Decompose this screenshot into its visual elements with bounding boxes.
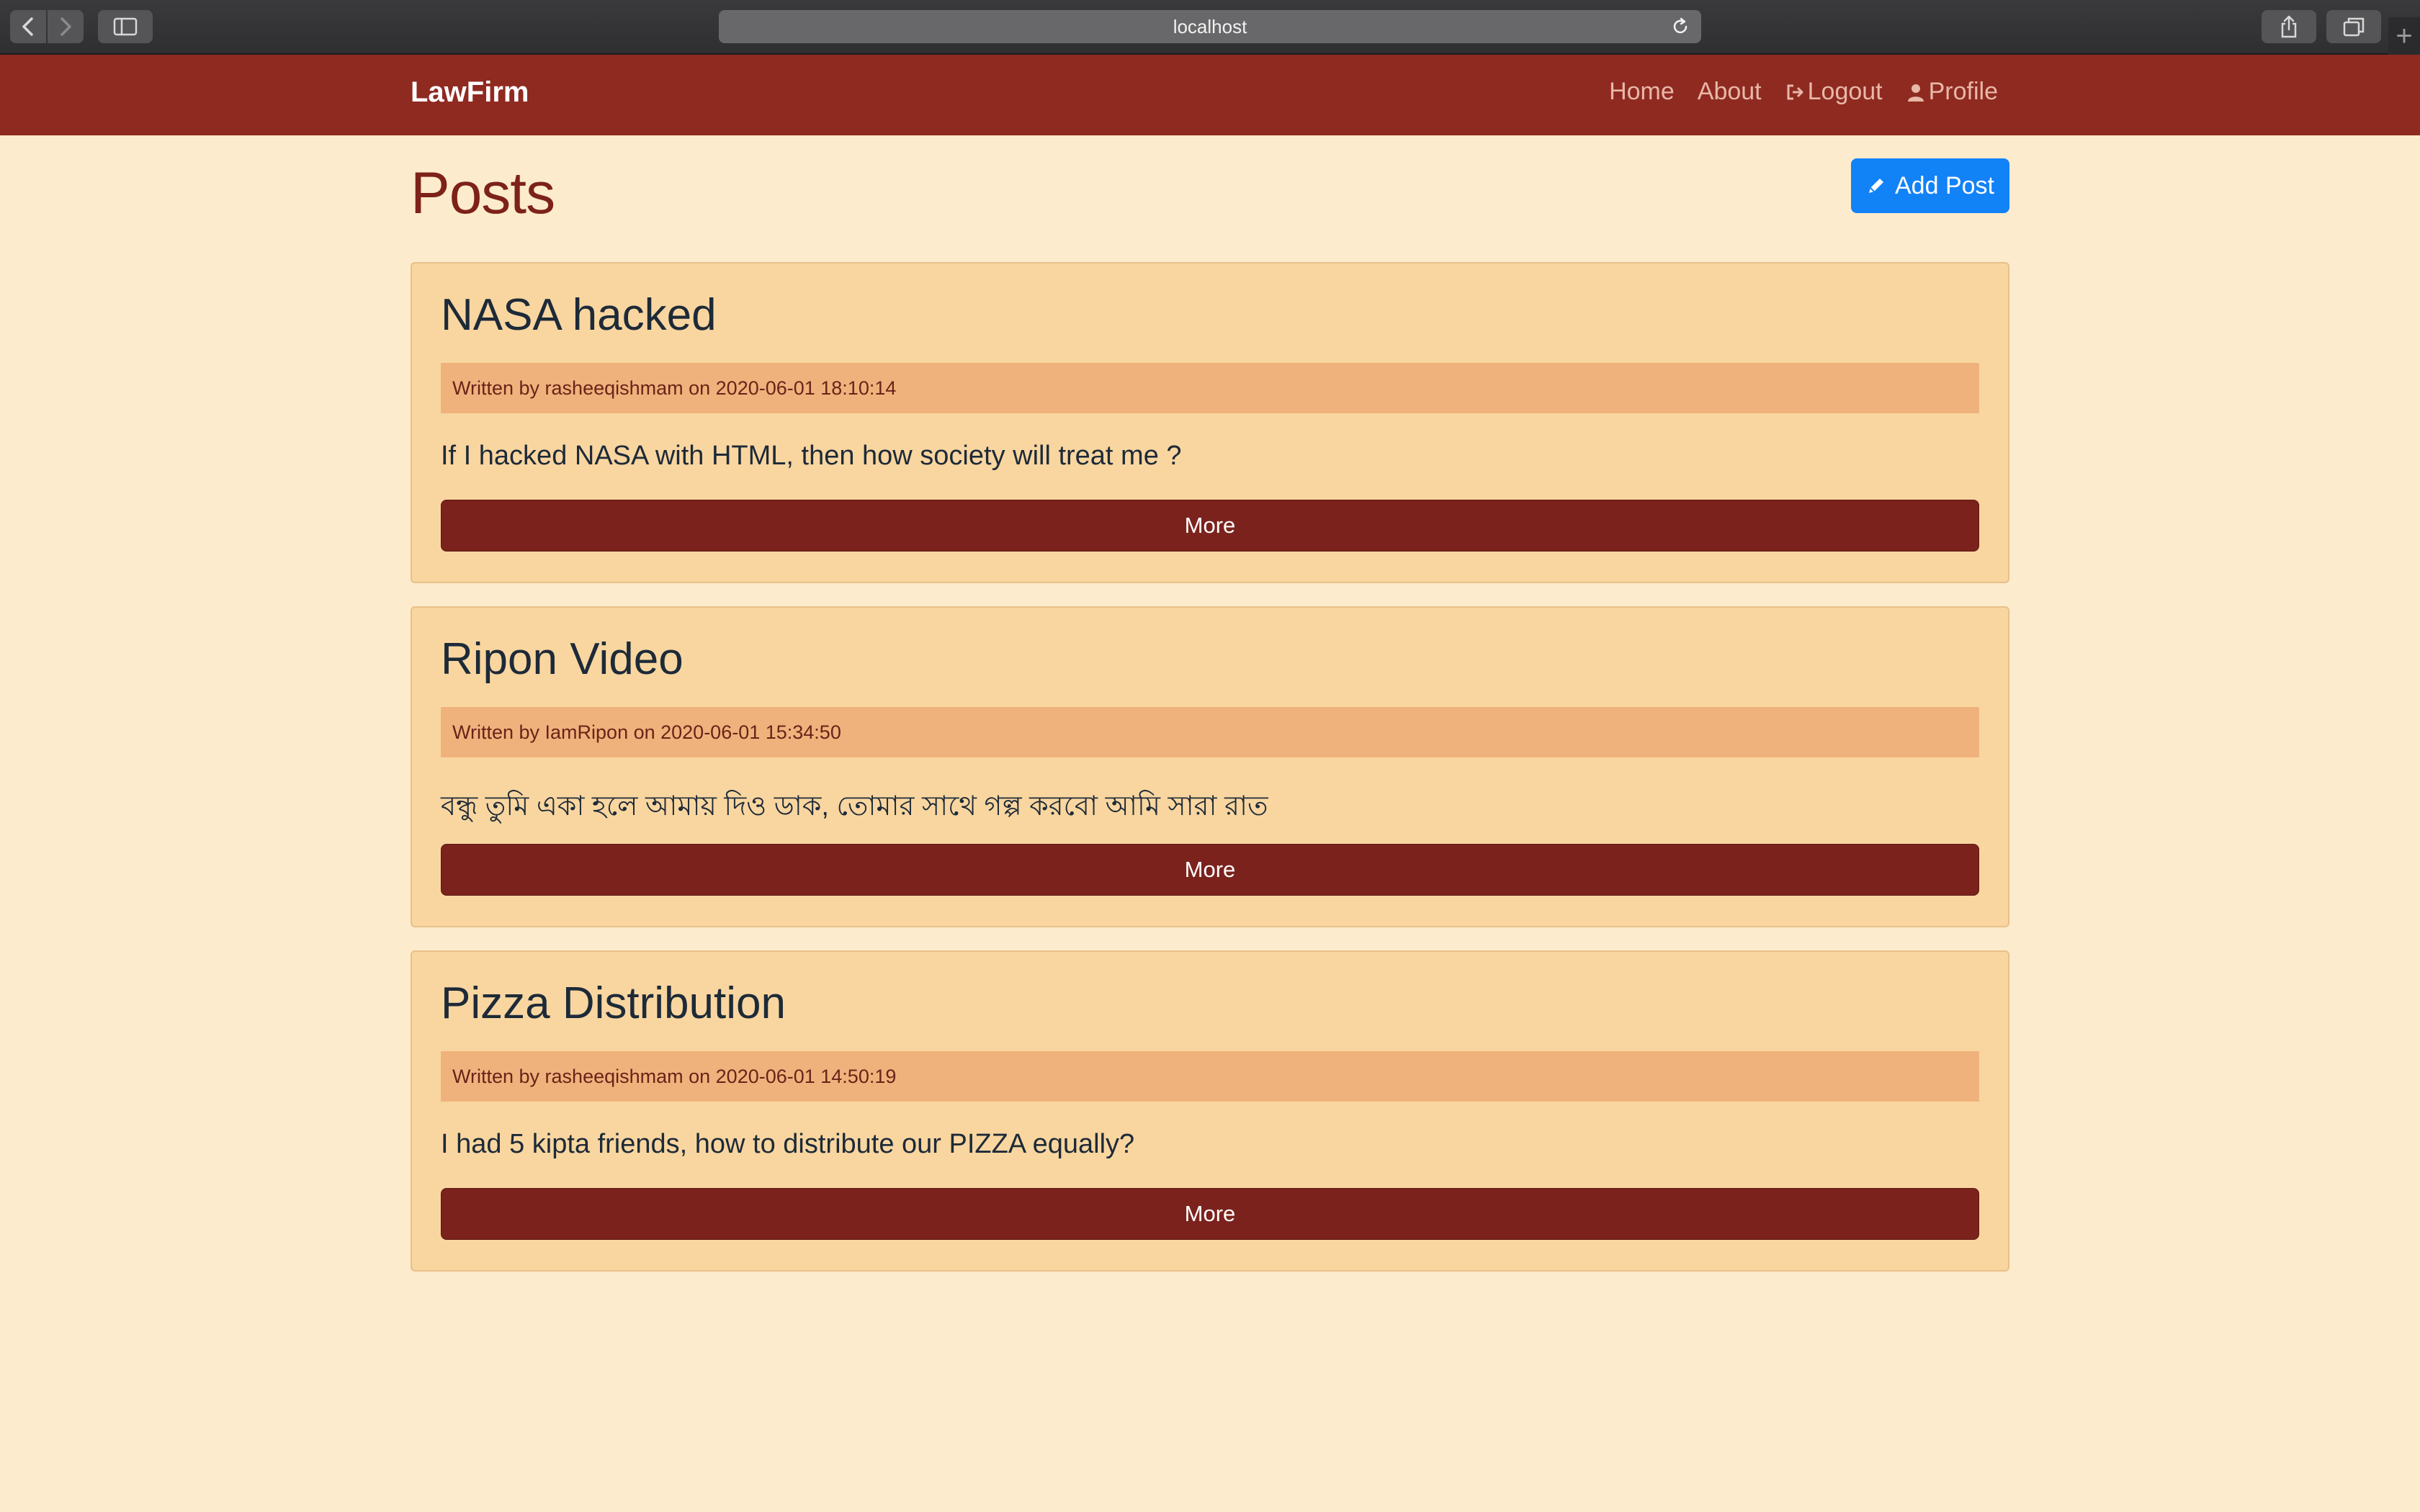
sidebar-toggle-button[interactable] — [98, 10, 153, 43]
nav-about-link[interactable]: About — [1698, 78, 1762, 106]
sign-out-icon — [1787, 84, 1803, 99]
more-button[interactable]: More — [441, 844, 1979, 896]
nav-profile-link[interactable]: Profile — [1906, 78, 1998, 106]
nav-logout-link[interactable]: Logout — [1785, 78, 1883, 106]
more-button[interactable]: More — [441, 1188, 1979, 1240]
user-icon — [1907, 84, 1924, 102]
post-meta: Written by rasheeqishmam on 2020-06-01 1… — [441, 1051, 1979, 1102]
nav-logout-label: Logout — [1807, 78, 1883, 105]
nav-home-link[interactable]: Home — [1609, 78, 1675, 106]
nav-profile-label: Profile — [1928, 78, 1998, 105]
share-button[interactable] — [2262, 10, 2316, 43]
chevron-left-icon — [22, 17, 33, 36]
tab-overview-button[interactable] — [2326, 10, 2381, 43]
brand-logo[interactable]: LawFirm — [411, 76, 529, 109]
nav-home-label: Home — [1609, 78, 1675, 105]
post-title: NASA hacked — [441, 290, 717, 340]
pencil-icon — [1869, 179, 1883, 193]
post-card: NASA hacked Written by rasheeqishmam on … — [411, 262, 2009, 583]
post-body: বন্ধু তুমি একা হলে আমায় দিও ডাক, তোমার … — [441, 791, 1268, 822]
forward-button[interactable] — [48, 10, 84, 43]
page-title: Posts — [411, 161, 555, 226]
post-meta: Written by IamRipon on 2020-06-01 15:34:… — [441, 707, 1979, 757]
address-bar[interactable]: localhost — [719, 10, 1701, 43]
back-button[interactable] — [10, 10, 46, 43]
add-post-label: Add Post — [1895, 171, 1994, 199]
tabs-icon — [2343, 17, 2365, 37]
post-card: Pizza Distribution Written by rasheeqish… — [411, 950, 2009, 1272]
url-text: localhost — [1173, 15, 1247, 37]
site-navbar: LawFirm Home About Logout Profile — [0, 55, 2420, 135]
add-post-button[interactable]: Add Post — [1851, 158, 2009, 213]
new-tab-button[interactable]: + — [2388, 17, 2420, 55]
browser-toolbar: localhost + — [0, 0, 2420, 55]
nav-about-label: About — [1697, 78, 1762, 105]
reload-icon[interactable] — [1670, 16, 1691, 37]
share-icon — [2281, 15, 2297, 38]
post-body: If I hacked NASA with HTML, then how soc… — [441, 441, 1182, 471]
nav-links: Home About Logout Profile — [1609, 78, 1998, 106]
posts-list: NASA hacked Written by rasheeqishmam on … — [411, 262, 2009, 1295]
post-body: I had 5 kipta friends, how to distribute… — [441, 1129, 1135, 1159]
sidebar-icon — [113, 17, 138, 36]
chevron-right-icon — [60, 17, 71, 36]
post-meta: Written by rasheeqishmam on 2020-06-01 1… — [441, 363, 1979, 413]
post-title: Pizza Distribution — [441, 978, 786, 1028]
post-card: Ripon Video Written by IamRipon on 2020-… — [411, 606, 2009, 927]
post-title: Ripon Video — [441, 634, 684, 684]
more-button[interactable]: More — [441, 500, 1979, 552]
